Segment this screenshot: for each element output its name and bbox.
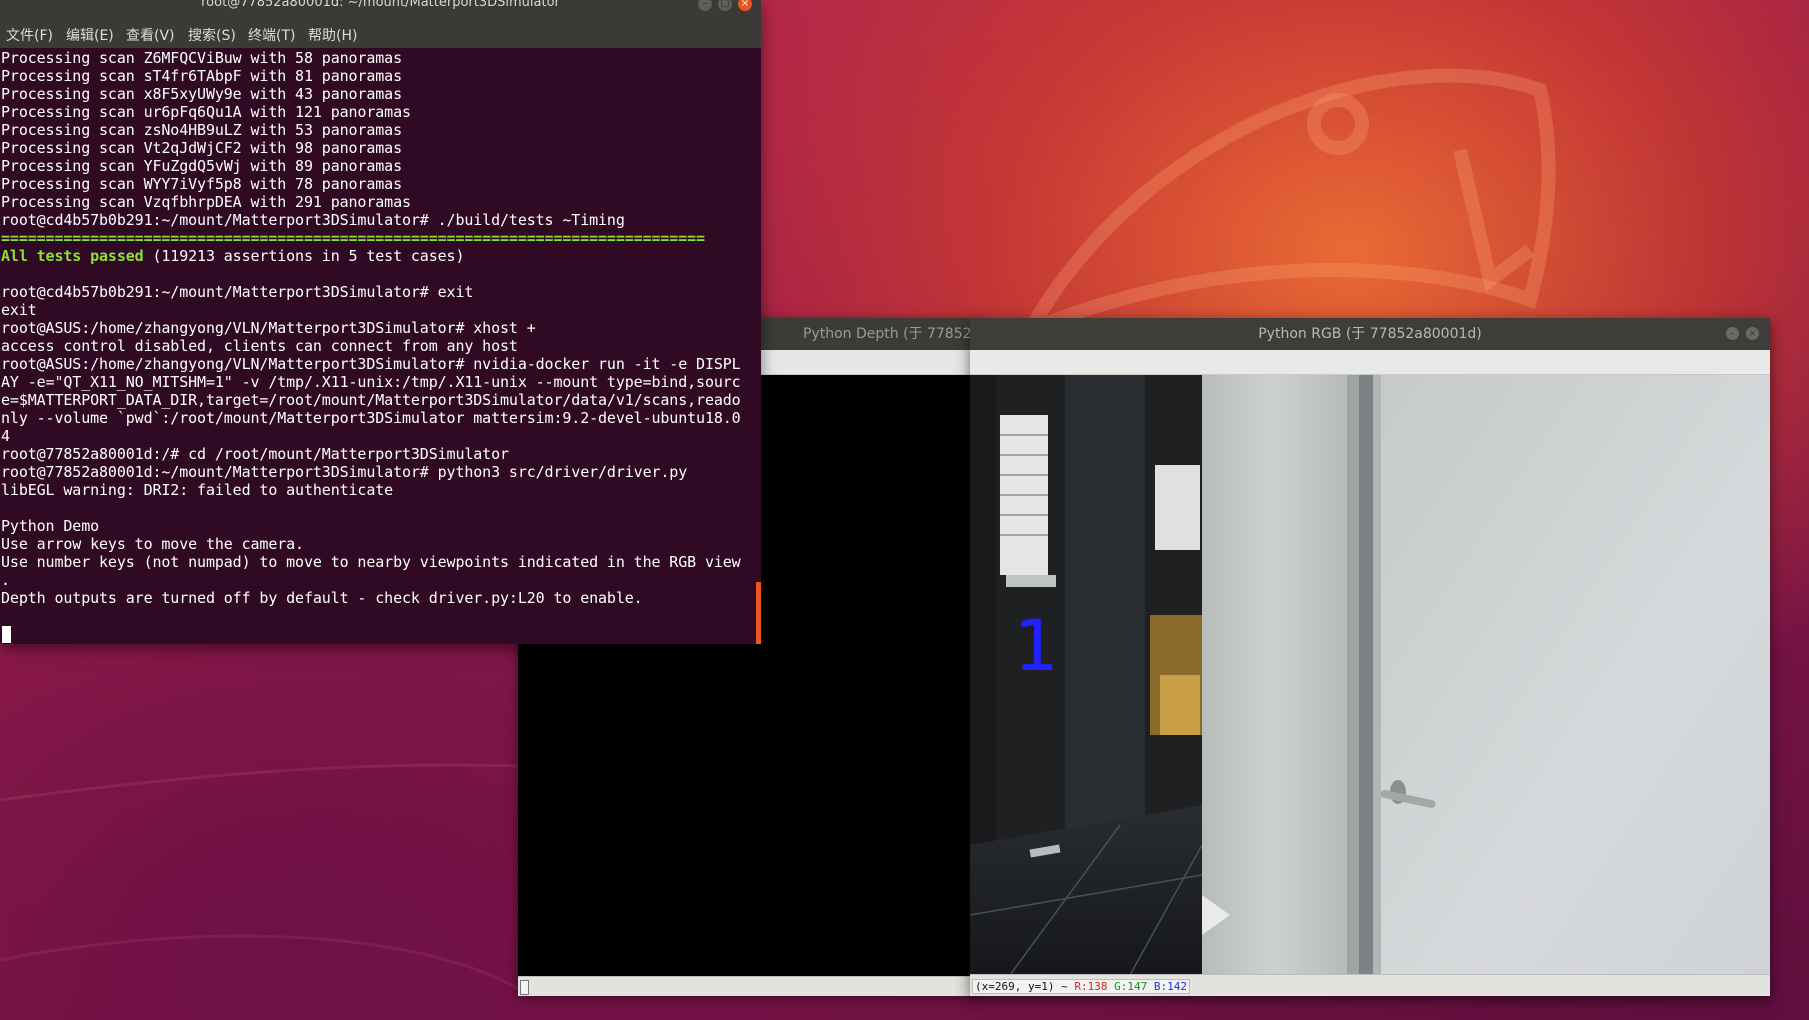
- terminal-line: root@cd4b57b0b291:~/mount/Matterport3DSi…: [1, 211, 625, 229]
- rgb-window: Python RGB (于 77852a80001d) – × 1 (x=269…: [970, 318, 1770, 996]
- terminal-line: Processing scan Vt2qJdWjCF2 with 98 pano…: [1, 139, 402, 157]
- terminal-line: AY -e="QT_X11_NO_MITSHM=1" -v /tmp/.X11-…: [1, 373, 741, 391]
- viewpoint-marker: 1: [1014, 605, 1059, 687]
- minimize-icon[interactable]: –: [698, 0, 712, 11]
- terminal-line: Processing scan YFuZgdQ5vWj with 89 pano…: [1, 157, 402, 175]
- rgb-window-toolbar: [970, 350, 1770, 375]
- menu-edit[interactable]: 编辑(E): [66, 25, 114, 45]
- terminal-line: nly --volume `pwd`:/root/mount/Matterpor…: [1, 409, 741, 427]
- terminal-line: .: [1, 571, 10, 589]
- depth-window-title: Python Depth (于 77852: [803, 326, 972, 342]
- terminal-line: Use arrow keys to move the camera.: [1, 535, 304, 553]
- menu-view[interactable]: 查看(V): [126, 25, 175, 45]
- rgb-scene-image: [970, 375, 1770, 975]
- terminal-line: Python Demo: [1, 517, 100, 535]
- rgb-window-statusbar: (x=269, y=1) ~ R:138 G:147 B:142: [970, 974, 1770, 996]
- close-icon[interactable]: ×: [738, 0, 752, 11]
- rgb-window-titlebar[interactable]: Python RGB (于 77852a80001d) – ×: [970, 318, 1770, 350]
- terminal-line: root@77852a80001d:/# cd /root/mount/Matt…: [1, 445, 509, 463]
- maximize-icon[interactable]: ▢: [718, 0, 732, 11]
- pixel-blue-value: B:142: [1153, 980, 1187, 993]
- terminal-menubar: 文件(F) 编辑(E) 查看(V) 搜索(S) 终端(T) 帮助(H): [0, 12, 761, 48]
- test-result-line: All tests passed (119213 assertions in 5…: [1, 248, 464, 265]
- terminal-window: root@77852a80001d: ~/mount/Matterport3DS…: [0, 0, 761, 644]
- terminal-line: Use number keys (not numpad) to move to …: [1, 553, 741, 571]
- depth-window-statusbar: [518, 976, 978, 996]
- menu-search[interactable]: 搜索(S): [188, 25, 236, 45]
- terminal-line: root@ASUS:/home/zhangyong/VLN/Matterport…: [1, 355, 741, 373]
- menu-file[interactable]: 文件(F): [6, 25, 53, 45]
- terminal-line: Depth outputs are turned off by default …: [1, 589, 643, 607]
- terminal-line: access control disabled, clients can con…: [1, 337, 518, 355]
- menu-terminal[interactable]: 终端(T): [248, 25, 295, 45]
- terminal-line: Processing scan sT4fr6TAbpF with 81 pano…: [1, 67, 402, 85]
- terminal-line: root@ASUS:/home/zhangyong/VLN/Matterport…: [1, 319, 536, 337]
- pixel-info-readout: (x=269, y=1) ~ R:138 G:147 B:142: [972, 979, 1190, 994]
- terminal-line: Processing scan WYY7iVyf5p8 with 78 pano…: [1, 175, 402, 193]
- pixel-green-value: G:147: [1114, 980, 1148, 993]
- terminal-title: root@77852a80001d: ~/mount/Matterport3DS…: [201, 0, 560, 10]
- terminal-line: Processing scan VzqfbhrpDEA with 291 pan…: [1, 193, 411, 211]
- terminal-line: root@cd4b57b0b291:~/mount/Matterport3DSi…: [1, 283, 474, 301]
- tests-passed-detail: (119213 assertions in 5 test cases): [143, 247, 465, 265]
- rgb-window-title: Python RGB (于 77852a80001d): [1258, 326, 1482, 342]
- resize-grip-icon[interactable]: [520, 980, 529, 995]
- terminal-line: Processing scan zsNo4HB9uLZ with 53 pano…: [1, 121, 402, 139]
- terminal-line: Processing scan x8F5xyUWy9e with 43 pano…: [1, 85, 402, 103]
- close-icon[interactable]: ×: [1746, 327, 1759, 340]
- terminal-scrollbar[interactable]: [756, 582, 761, 644]
- menu-help[interactable]: 帮助(H): [308, 25, 357, 45]
- minimize-icon[interactable]: –: [1726, 327, 1739, 340]
- terminal-output[interactable]: Processing scan Z6MFQCViBuw with 58 pano…: [0, 50, 750, 644]
- pixel-red-value: R:138: [1074, 980, 1108, 993]
- terminal-line: Processing scan ur6pFq6Qu1A with 121 pan…: [1, 103, 411, 121]
- terminal-line: Processing scan Z6MFQCViBuw with 58 pano…: [1, 50, 402, 67]
- rgb-image-canvas[interactable]: 1: [970, 375, 1770, 975]
- terminal-cursor: [2, 626, 11, 643]
- pixel-coords: (x=269, y=1) ~: [975, 980, 1075, 993]
- terminal-line: e=$MATTERPORT_DATA_DIR,target=/root/moun…: [1, 391, 741, 409]
- terminal-line: 4: [1, 427, 10, 445]
- terminal-line: root@77852a80001d:~/mount/Matterport3DSi…: [1, 463, 688, 481]
- terminal-line: exit: [1, 301, 37, 319]
- terminal-titlebar[interactable]: root@77852a80001d: ~/mount/Matterport3DS…: [0, 0, 761, 12]
- test-separator-rule: ========================================…: [1, 229, 705, 247]
- tests-passed-label: All tests passed: [1, 247, 144, 265]
- terminal-line: libEGL warning: DRI2: failed to authenti…: [1, 481, 394, 499]
